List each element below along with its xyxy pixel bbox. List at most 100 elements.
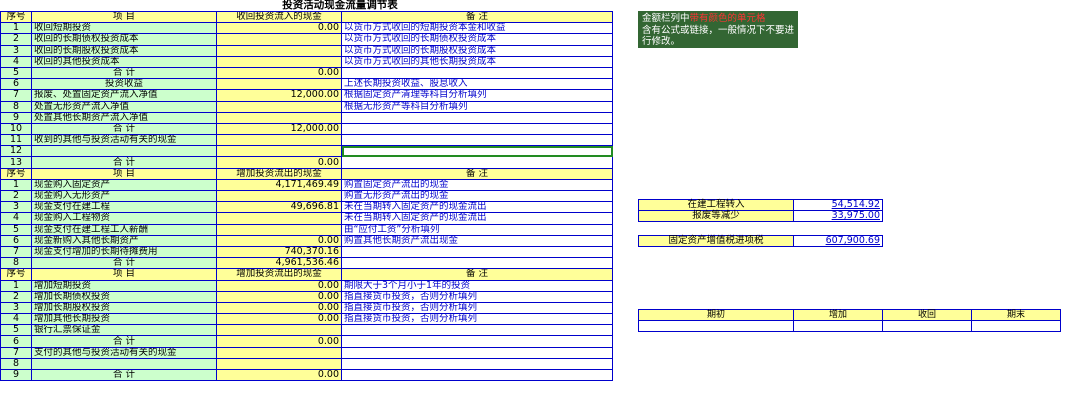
row-amount[interactable] <box>216 78 342 91</box>
row-amount[interactable]: 49,696.81 <box>216 201 342 214</box>
row-amount[interactable] <box>216 100 342 113</box>
row-amount[interactable] <box>216 357 342 371</box>
row-item[interactable]: 处置无形资产流入净值 <box>31 100 217 113</box>
row-note[interactable] <box>341 335 613 348</box>
history-cell[interactable] <box>638 320 794 332</box>
cip-transfer-value[interactable]: 54,514.92 <box>793 198 883 212</box>
row-seq[interactable]: 4 <box>0 313 32 326</box>
row-note[interactable]: 指直接货币投资，否则分析填列 <box>341 290 613 303</box>
row-note[interactable]: 以货币方式收回的长期股权投资成本 <box>341 44 613 57</box>
row-item[interactable]: 现金购入无形资产 <box>31 189 217 203</box>
row-amount[interactable]: 4,961,536.46 <box>216 257 342 270</box>
row-amount[interactable] <box>216 324 342 337</box>
row-item[interactable]: 现金支付在建工程 <box>31 201 217 214</box>
row-item[interactable]: 报废、处置固定资产流入净值 <box>31 89 217 102</box>
row-item[interactable]: 合 计 <box>31 156 217 169</box>
row-seq[interactable]: 5 <box>0 223 32 236</box>
row-note[interactable]: 指直接货币投资，否则分析填列 <box>341 301 613 315</box>
row-item[interactable]: 收回的长期债权投资成本 <box>31 33 217 46</box>
row-item[interactable]: 现金购入工程物资 <box>31 212 217 225</box>
vat-value[interactable]: 607,900.69 <box>793 234 883 248</box>
row-seq[interactable]: 7 <box>0 245 32 259</box>
row-seq[interactable]: 2 <box>0 290 32 303</box>
row-seq[interactable]: 7 <box>0 346 32 359</box>
row-amount[interactable] <box>216 55 342 68</box>
row-amount[interactable]: 0.00 <box>216 335 342 348</box>
row-amount[interactable] <box>216 111 342 124</box>
row-item[interactable]: 合 计 <box>31 335 217 348</box>
row-seq[interactable]: 8 <box>0 357 32 371</box>
row-amount[interactable]: 0.00 <box>216 22 342 35</box>
history-cell[interactable] <box>971 320 1061 332</box>
row-seq[interactable]: 1 <box>0 22 32 35</box>
row-amount[interactable]: 740,370.16 <box>216 245 342 259</box>
row-amount[interactable] <box>216 189 342 203</box>
row-amount[interactable]: 0.00 <box>216 66 342 80</box>
row-amount[interactable] <box>216 44 342 57</box>
row-note[interactable]: 未在当期转入固定资产的现金流出 <box>341 201 613 214</box>
row-seq[interactable]: 6 <box>0 234 32 247</box>
row-amount[interactable]: 0.00 <box>216 156 342 169</box>
row-amount[interactable]: 0.00 <box>216 301 342 315</box>
row-note[interactable] <box>341 66 613 80</box>
row-item[interactable]: 银行汇票保证金 <box>31 324 217 337</box>
row-seq[interactable]: 3 <box>0 44 32 57</box>
row-note[interactable] <box>341 111 613 124</box>
row-note[interactable] <box>341 245 613 259</box>
row-seq[interactable]: 4 <box>0 212 32 225</box>
row-amount[interactable]: 4,171,469.49 <box>216 178 342 192</box>
row-note[interactable]: 购置无形资产流出的现金 <box>341 189 613 203</box>
row-item[interactable]: 支付的其他与投资活动有关的现金 <box>31 346 217 359</box>
row-amount[interactable]: 12,000.00 <box>216 89 342 102</box>
row-item[interactable]: 增加短期投资 <box>31 279 217 292</box>
row-note[interactable] <box>341 134 613 147</box>
row-amount[interactable]: 0.00 <box>216 279 342 292</box>
row-amount[interactable]: 0.00 <box>216 313 342 326</box>
row-note[interactable]: 根据无形资产等科目分析填列 <box>341 100 613 113</box>
row-note[interactable]: 根据固定资产清理等科目分析填列 <box>341 89 613 102</box>
row-seq[interactable]: 3 <box>0 301 32 315</box>
row-amount[interactable]: 0.00 <box>216 234 342 247</box>
row-seq[interactable]: 12 <box>0 145 32 158</box>
history-cell[interactable] <box>793 320 883 332</box>
row-note[interactable]: 以货币方式收回的长期债权投资成本 <box>341 33 613 46</box>
row-seq[interactable]: 3 <box>0 201 32 214</box>
row-amount[interactable] <box>216 346 342 359</box>
row-seq[interactable]: 9 <box>0 368 32 382</box>
row-note[interactable] <box>341 368 613 382</box>
row-item[interactable]: 增加长期股权投资 <box>31 301 217 315</box>
row-seq[interactable]: 2 <box>0 189 32 203</box>
row-seq[interactable]: 1 <box>0 178 32 192</box>
row-item[interactable]: 收回的其他投资成本 <box>31 55 217 68</box>
history-cell[interactable] <box>882 320 972 332</box>
row-item[interactable]: 收到的其他与投资活动有关的现金 <box>31 134 217 147</box>
row-amount[interactable]: 0.00 <box>216 368 342 382</box>
row-note[interactable]: 购置其他长期资产流出现金 <box>341 234 613 247</box>
row-item[interactable]: 投资收益 <box>31 78 217 91</box>
row-note[interactable]: 由“应付工资”分析填列 <box>341 223 613 236</box>
row-seq[interactable]: 5 <box>0 324 32 337</box>
row-amount[interactable] <box>216 145 342 158</box>
row-item[interactable]: 收回的长期股权投资成本 <box>31 44 217 57</box>
row-item[interactable]: 合 计 <box>31 368 217 382</box>
row-item[interactable]: 现金新购入其他长期资产 <box>31 234 217 247</box>
row-seq[interactable]: 8 <box>0 257 32 270</box>
row-amount[interactable] <box>216 33 342 46</box>
row-item[interactable]: 增加其他长期投资 <box>31 313 217 326</box>
row-seq[interactable]: 9 <box>0 111 32 124</box>
row-item[interactable]: 现金购入固定资产 <box>31 178 217 192</box>
row-item[interactable]: 合 计 <box>31 257 217 270</box>
row-item[interactable]: 合 计 <box>31 122 217 136</box>
row-item[interactable]: 收回短期投资 <box>31 22 217 35</box>
row-item[interactable] <box>31 357 217 371</box>
row-note[interactable] <box>341 346 613 359</box>
row-item[interactable]: 增加长期债权投资 <box>31 290 217 303</box>
row-seq[interactable]: 13 <box>0 156 32 169</box>
row-item[interactable]: 现金支付在建工程工人薪酬 <box>31 223 217 236</box>
row-item[interactable]: 合 计 <box>31 66 217 80</box>
row-note[interactable]: 上述长期投资收益、股息收入 <box>341 78 613 91</box>
row-amount[interactable]: 12,000.00 <box>216 122 342 136</box>
row-note[interactable]: 未在当期转入固定资产的现金流出 <box>341 212 613 225</box>
row-note[interactable] <box>341 156 613 169</box>
row-item[interactable]: 现金支付增加的长期待摊费用 <box>31 245 217 259</box>
